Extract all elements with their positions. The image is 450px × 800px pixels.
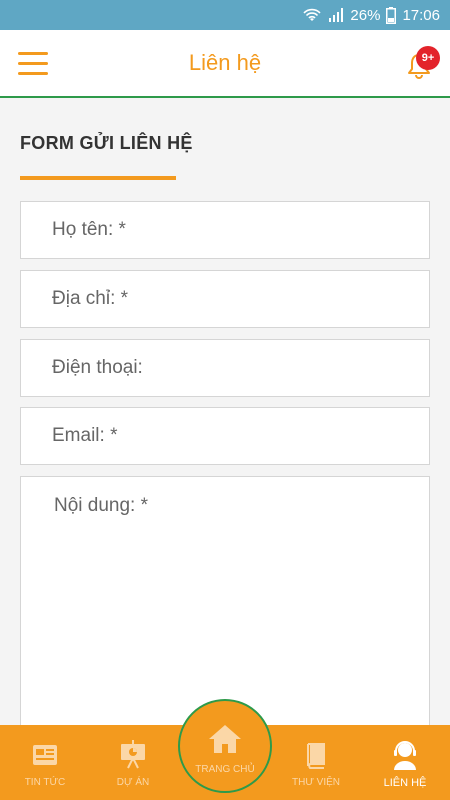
nav-item-news[interactable]: TIN TỨC [0,725,90,800]
email-field[interactable]: Email: * [20,407,430,465]
name-field[interactable]: Họ tên: * [20,201,430,259]
address-field[interactable]: Địa chỉ: * [20,270,430,328]
message-field[interactable]: Nội dung: * [20,476,430,736]
nav-item-projects[interactable]: DỰ ÁN [88,725,178,800]
newspaper-icon [30,739,60,771]
form-section-title: FORM GỬI LIÊN HỆ [20,133,193,153]
page-title: Liên hệ [188,50,262,75]
wifi-icon [302,7,322,23]
nav-label-home: TRANG CHỦ [195,764,255,775]
battery-percent: 26% [350,6,381,24]
app-header: Liên hệ 9+ [0,30,450,98]
support-agent-icon [390,739,420,771]
hamburger-menu-icon[interactable] [18,52,48,76]
contact-form-section: FORM GỬI LIÊN HỆ Họ tên: * Địa chỉ: * Đi… [0,100,450,736]
nav-label-library: THƯ VIỆN [292,777,340,788]
nav-item-contact[interactable]: LIÊN HỆ [360,725,450,800]
nav-item-home[interactable]: TRANG CHỦ [178,699,272,793]
book-icon [302,739,330,771]
nav-label-news: TIN TỨC [24,777,66,788]
clock-time: 17:06 [402,6,440,24]
home-icon [207,723,243,760]
phone-field[interactable]: Điện thoại: [20,339,430,397]
nav-label-projects: DỰ ÁN [116,777,150,788]
notification-badge: 9+ [416,46,440,70]
signal-icon [328,7,344,23]
title-underline [20,176,176,180]
presentation-icon [119,739,147,771]
nav-item-library[interactable]: THƯ VIỆN [271,725,361,800]
status-bar: 26% 17:06 [0,0,450,30]
nav-label-contact: LIÊN HỆ [383,777,427,789]
battery-icon [386,6,397,24]
